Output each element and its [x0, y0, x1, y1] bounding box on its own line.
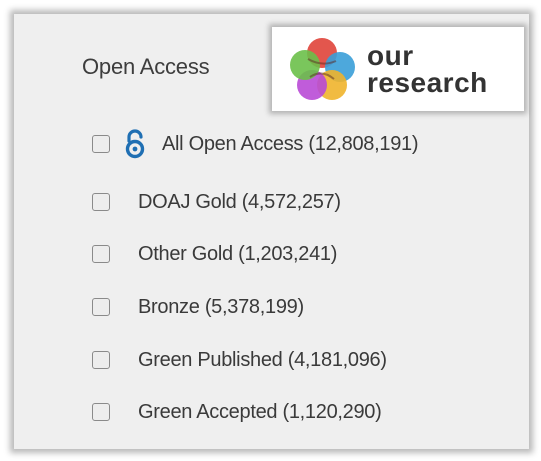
- facet-list: All Open Access (12,808,191) DOAJ Gold (…: [14, 14, 529, 449]
- facet-label: Green Accepted (1,120,290): [138, 400, 382, 423]
- facet-row-all-open-access[interactable]: All Open Access (12,808,191): [92, 128, 419, 160]
- other-gold-checkbox[interactable]: [92, 245, 110, 263]
- facet-label: Other Gold (1,203,241): [138, 242, 338, 265]
- open-access-lock-icon: [125, 129, 145, 159]
- bronze-checkbox[interactable]: [92, 298, 110, 316]
- facet-row-doaj-gold[interactable]: DOAJ Gold (4,572,257): [92, 186, 341, 218]
- facet-label: All Open Access (12,808,191): [162, 132, 419, 155]
- green-accepted-checkbox[interactable]: [92, 403, 110, 421]
- facet-label: Green Published (4,181,096): [138, 348, 387, 371]
- facet-row-other-gold[interactable]: Other Gold (1,203,241): [92, 238, 337, 270]
- facet-row-bronze[interactable]: Bronze (5,378,199): [92, 291, 304, 323]
- all-open-access-checkbox[interactable]: [92, 135, 110, 153]
- facet-row-green-accepted[interactable]: Green Accepted (1,120,290): [92, 396, 382, 428]
- green-published-checkbox[interactable]: [92, 351, 110, 369]
- facet-label: Bronze (5,378,199): [138, 295, 304, 318]
- open-access-filter-panel: Open Access our research All Open Access…: [14, 14, 529, 449]
- doaj-gold-checkbox[interactable]: [92, 193, 110, 211]
- facet-row-green-published[interactable]: Green Published (4,181,096): [92, 344, 387, 376]
- facet-label: DOAJ Gold (4,572,257): [138, 190, 341, 213]
